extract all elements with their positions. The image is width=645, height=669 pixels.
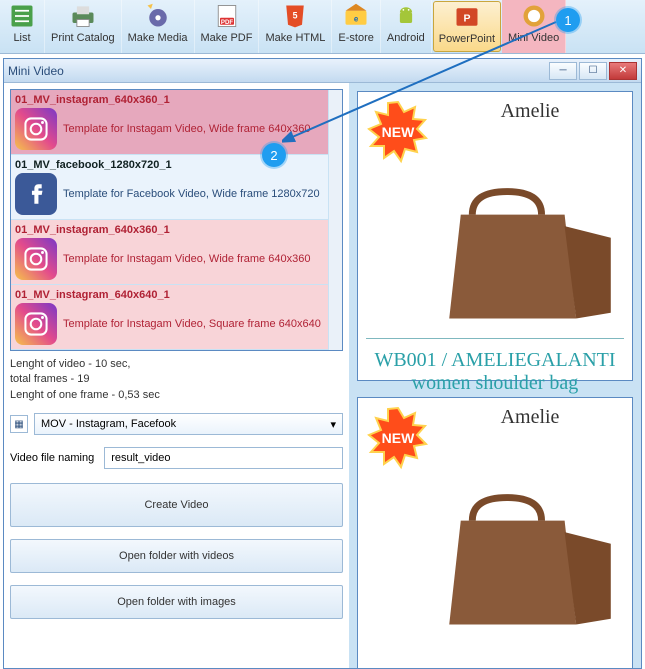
toolbar-make-pdf[interactable]: PDF Make PDF xyxy=(195,0,260,53)
pdf-icon: PDF xyxy=(211,2,243,30)
window-title: Mini Video xyxy=(8,64,64,78)
main-toolbar: List Print Catalog Make Media PDF Make P… xyxy=(0,0,645,54)
media-icon xyxy=(142,2,174,30)
toolbar-print-catalog[interactable]: Print Catalog xyxy=(45,0,122,53)
instagram-icon xyxy=(15,108,57,150)
instagram-icon xyxy=(15,238,57,280)
facebook-icon xyxy=(15,173,57,215)
template-desc: Template for Instagam Video, Wide frame … xyxy=(63,123,310,135)
open-videos-button[interactable]: Open folder with videos xyxy=(10,539,343,573)
naming-label: Video file naming xyxy=(10,452,94,464)
svg-text:PDF: PDF xyxy=(220,19,232,26)
format-icon: ▦ xyxy=(10,415,28,433)
toolbar-label: Android xyxy=(387,32,425,44)
template-list[interactable]: 01_MV_instagram_640x360_1 Template for I… xyxy=(10,89,343,351)
preview-panel: NEW Amelie WB001 / AMELIEGALANTI women s… xyxy=(349,83,641,668)
svg-text:NEW: NEW xyxy=(382,430,415,446)
template-name: 01_MV_instagram_640x360_1 xyxy=(15,224,338,236)
toolbar-powerpoint[interactable]: P PowerPoint xyxy=(433,1,501,52)
template-item[interactable]: 01_MV_facebook_1280x720_1 Template for F… xyxy=(11,155,342,220)
toolbar-label: Mini Video xyxy=(508,32,559,44)
toolbar-estore[interactable]: e E-store xyxy=(332,0,380,53)
toolbar-label: Print Catalog xyxy=(51,32,115,44)
list-icon xyxy=(6,2,38,30)
template-item[interactable]: 01_MV_instagram_640x360_1 Template for I… xyxy=(11,90,342,155)
close-button[interactable]: ✕ xyxy=(609,62,637,80)
toolbar-make-media[interactable]: Make Media xyxy=(122,0,195,53)
maximize-button[interactable]: ☐ xyxy=(579,62,607,80)
brand-label: Amelie xyxy=(501,100,560,180)
video-info: Lenght of video - 10 sec, total frames -… xyxy=(10,351,343,409)
product-image xyxy=(436,180,624,330)
template-item[interactable]: 01_MV_instagram_640x360_1 Template for I… xyxy=(11,220,342,285)
template-name: 01_MV_facebook_1280x720_1 xyxy=(15,159,338,171)
left-panel: 01_MV_instagram_640x360_1 Template for I… xyxy=(4,83,349,668)
scrollbar[interactable] xyxy=(328,90,342,350)
info-line: Lenght of one frame - 0,53 sec xyxy=(10,388,343,403)
format-select[interactable]: MOV - Instagram, Facefook ▾ xyxy=(34,413,343,435)
template-name: 01_MV_instagram_640x360_1 xyxy=(15,94,338,106)
svg-text:NEW: NEW xyxy=(382,124,415,140)
template-name: 01_MV_instagram_640x640_1 xyxy=(15,289,338,301)
mini-video-window: Mini Video ─ ☐ ✕ 01_MV_instagram_640x360… xyxy=(3,58,642,669)
preview-card: NEW Amelie xyxy=(357,397,633,668)
window-controls: ─ ☐ ✕ xyxy=(549,62,637,80)
toolbar-label: List xyxy=(13,32,30,44)
template-desc: Template for Facebook Video, Wide frame … xyxy=(63,188,320,200)
toolbar-label: PowerPoint xyxy=(439,33,495,45)
template-desc: Template for Instagam Video, Wide frame … xyxy=(63,253,310,265)
info-line: total frames - 19 xyxy=(10,372,343,387)
toolbar-label: E-store xyxy=(338,32,373,44)
toolbar-android[interactable]: Android xyxy=(381,0,432,53)
powerpoint-icon: P xyxy=(451,3,483,31)
toolbar-label: Make Media xyxy=(128,32,188,44)
estore-icon: e xyxy=(340,2,372,30)
template-item[interactable]: 01_MV_instagram_640x640_1 Template for I… xyxy=(11,285,342,350)
toolbar-mini-video[interactable]: Mini Video xyxy=(502,0,566,53)
svg-text:5: 5 xyxy=(293,11,298,21)
android-icon xyxy=(390,2,422,30)
preview-card: NEW Amelie WB001 / AMELIEGALANTI women s… xyxy=(357,91,633,381)
brand-label: Amelie xyxy=(501,406,560,486)
product-image xyxy=(436,486,624,636)
instagram-icon xyxy=(15,303,57,345)
minimize-button[interactable]: ─ xyxy=(549,62,577,80)
chevron-down-icon: ▾ xyxy=(330,418,336,431)
video-icon xyxy=(518,2,550,30)
toolbar-label: Make PDF xyxy=(201,32,253,44)
new-badge: NEW xyxy=(366,406,430,470)
window-titlebar: Mini Video ─ ☐ ✕ xyxy=(4,59,641,83)
open-images-button[interactable]: Open folder with images xyxy=(10,585,343,619)
toolbar-make-html[interactable]: 5 Make HTML xyxy=(259,0,332,53)
svg-text:P: P xyxy=(463,12,470,24)
product-title: WB001 / AMELIEGALANTI women shoulder bag xyxy=(366,339,624,395)
format-value: MOV - Instagram, Facefook xyxy=(41,418,176,430)
template-desc: Template for Instagam Video, Square fram… xyxy=(63,318,321,330)
info-line: Lenght of video - 10 sec, xyxy=(10,357,343,372)
printer-icon xyxy=(67,2,99,30)
callout-1: 1 xyxy=(556,8,580,32)
svg-text:e: e xyxy=(354,14,359,23)
new-badge: NEW xyxy=(366,100,430,164)
html-icon: 5 xyxy=(279,2,311,30)
toolbar-label: Make HTML xyxy=(265,32,325,44)
callout-2: 2 xyxy=(262,143,286,167)
naming-input[interactable] xyxy=(104,447,343,469)
toolbar-list[interactable]: List xyxy=(0,0,45,53)
create-video-button[interactable]: Create Video xyxy=(10,483,343,527)
